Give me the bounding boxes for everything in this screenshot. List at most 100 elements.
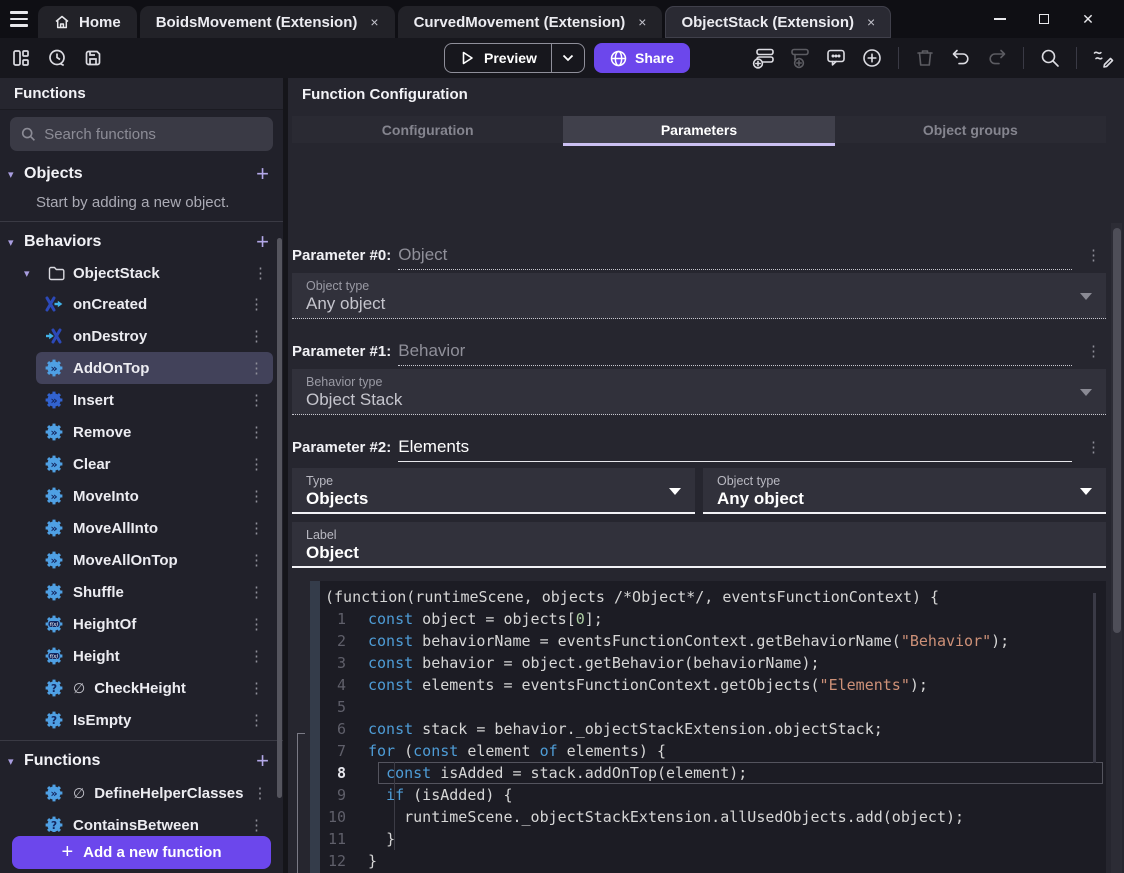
- item-menu-dots-icon[interactable]: ⋮: [249, 455, 265, 473]
- item-menu-dots-icon[interactable]: ⋮: [249, 391, 265, 409]
- preview-options-chevron-icon[interactable]: [552, 54, 584, 62]
- parameter-0-menu-dots-icon[interactable]: ⋮: [1086, 246, 1102, 270]
- code-editor[interactable]: (function(runtimeScene, objects /*Object…: [310, 581, 1106, 873]
- section-header-objects[interactable]: ▾ Objects +: [0, 158, 283, 190]
- sidebar-scrollbar-thumb[interactable]: [277, 238, 282, 798]
- section-chevron-icon[interactable]: ▾: [8, 755, 24, 768]
- section-chevron-icon[interactable]: ▾: [8, 236, 24, 249]
- add-behaviors-plus-icon[interactable]: +: [256, 231, 269, 253]
- editor-scrollbar-thumb[interactable]: [1093, 593, 1096, 763]
- tab-object-groups[interactable]: Object groups: [834, 116, 1106, 143]
- function-item-moveinto[interactable]: » MoveInto ⋮: [36, 480, 273, 512]
- function-item-oncreated[interactable]: onCreated ⋮: [36, 288, 273, 320]
- parameter-1-behavior-type-select[interactable]: Behavior type Object Stack: [292, 369, 1106, 415]
- edit-icon[interactable]: [1088, 43, 1118, 73]
- project-manager-icon[interactable]: [6, 43, 36, 73]
- window-controls: ✕: [978, 0, 1124, 38]
- main-scrollbar-thumb[interactable]: [1112, 228, 1121, 633]
- function-item-ondestroy[interactable]: onDestroy ⋮: [36, 320, 273, 352]
- item-menu-dots-icon[interactable]: ⋮: [249, 359, 265, 377]
- item-menu-dots-icon[interactable]: ⋮: [249, 519, 265, 537]
- share-button[interactable]: Share: [594, 43, 690, 73]
- tab-close-icon[interactable]: ×: [366, 14, 378, 30]
- function-item-containsbetween[interactable]: ? ContainsBetween ⋮: [36, 809, 273, 832]
- add-comment-icon[interactable]: [821, 43, 851, 73]
- item-menu-dots-icon[interactable]: ⋮: [249, 423, 265, 441]
- lifecycle-created-icon: [44, 294, 64, 314]
- parameter-1-menu-dots-icon[interactable]: ⋮: [1086, 342, 1102, 366]
- parameter-2-object-type-select[interactable]: Object type Any object: [703, 468, 1106, 514]
- undo-icon[interactable]: [946, 43, 976, 73]
- section-header-behaviors[interactable]: ▾ Behaviors +: [0, 226, 283, 258]
- window-tab-home[interactable]: Home: [38, 6, 137, 38]
- section-header-functions[interactable]: ▾ Functions +: [0, 745, 283, 777]
- add-objects-plus-icon[interactable]: +: [256, 163, 269, 185]
- add-event-icon[interactable]: [749, 43, 779, 73]
- search-functions-box[interactable]: [10, 117, 273, 151]
- function-item-moveallinto[interactable]: » MoveAllInto ⋮: [36, 512, 273, 544]
- tab-configuration[interactable]: Configuration: [292, 116, 564, 143]
- section-chevron-icon[interactable]: ▾: [8, 168, 24, 181]
- item-menu-dots-icon[interactable]: ⋮: [249, 647, 265, 665]
- item-menu-dots-icon[interactable]: ⋮: [249, 615, 265, 633]
- function-item-height[interactable]: f(x) Height ⋮: [36, 640, 273, 672]
- hamburger-menu-icon[interactable]: [0, 0, 38, 38]
- function-item-shuffle[interactable]: » Shuffle ⋮: [36, 576, 273, 608]
- window-tab-boidsmovement[interactable]: BoidsMovement (Extension) ×: [139, 6, 395, 38]
- tab-close-icon[interactable]: ×: [863, 14, 875, 30]
- parameter-2-name-field[interactable]: Elements: [398, 437, 1072, 462]
- function-item-moveallontop[interactable]: » MoveAllOnTop ⋮: [36, 544, 273, 576]
- item-menu-dots-icon[interactable]: ⋮: [249, 816, 265, 832]
- line-number: 10: [327, 808, 346, 826]
- parameter-2-label-input[interactable]: Label Object: [292, 522, 1106, 568]
- function-item-heightof[interactable]: f(x) HeightOf ⋮: [36, 608, 273, 640]
- tab-close-icon[interactable]: ×: [634, 14, 646, 30]
- function-item-remove[interactable]: » Remove ⋮: [36, 416, 273, 448]
- function-item-isempty[interactable]: ? IsEmpty ⋮: [36, 704, 273, 736]
- function-item-definehelperclasses[interactable]: » ∅ DefineHelperClasses ⋮: [36, 777, 273, 809]
- code-text: const behavior = object.getBehavior(beha…: [368, 654, 820, 672]
- add-new-function-button[interactable]: + Add a new function: [12, 836, 271, 869]
- function-item-checkheight[interactable]: ? ∅ CheckHeight ⋮: [36, 672, 273, 704]
- parameter-0-name-field[interactable]: Object: [398, 245, 1072, 270]
- save-icon[interactable]: [78, 43, 108, 73]
- item-menu-dots-icon[interactable]: ⋮: [249, 551, 265, 569]
- search-icon[interactable]: [1035, 43, 1065, 73]
- minimize-button[interactable]: [978, 0, 1022, 38]
- preview-button[interactable]: Preview: [444, 43, 585, 73]
- parameter-2-menu-dots-icon[interactable]: ⋮: [1086, 438, 1102, 462]
- code-line-3: 3 const behavior = object.getBehavior(beh…: [320, 652, 1106, 674]
- tab-parameters[interactable]: Parameters: [563, 116, 835, 146]
- maximize-button[interactable]: [1022, 0, 1066, 38]
- item-menu-dots-icon[interactable]: ⋮: [249, 327, 265, 345]
- behavior-folder-objectstack[interactable]: ▾ ObjectStack ⋮: [0, 258, 283, 288]
- parameter-2-type-select[interactable]: Type Objects: [292, 468, 695, 514]
- folder-menu-dots-icon[interactable]: ⋮: [253, 264, 269, 282]
- add-functions-plus-icon[interactable]: +: [256, 750, 269, 772]
- item-menu-dots-icon[interactable]: ⋮: [249, 295, 265, 313]
- add-more-icon[interactable]: [857, 43, 887, 73]
- function-item-label: CheckHeight: [94, 679, 186, 697]
- function-item-addontop[interactable]: » AddOnTop ⋮: [36, 352, 273, 384]
- item-menu-dots-icon[interactable]: ⋮: [252, 784, 268, 802]
- action-icon: »: [44, 486, 64, 506]
- action-icon: »: [44, 454, 64, 474]
- function-item-insert[interactable]: » Insert ⋮: [36, 384, 273, 416]
- search-functions-input[interactable]: [44, 125, 263, 143]
- close-button[interactable]: ✕: [1066, 0, 1110, 38]
- main-scrollbar[interactable]: [1111, 223, 1122, 873]
- history-icon[interactable]: [42, 43, 72, 73]
- folder-chevron-icon[interactable]: ▾: [24, 267, 40, 280]
- window-tab-curvedmovement[interactable]: CurvedMovement (Extension) ×: [397, 6, 663, 38]
- svg-text:?: ?: [51, 683, 57, 695]
- item-menu-dots-icon[interactable]: ⋮: [249, 583, 265, 601]
- code-text: const isAdded = stack.addOnTop(element);: [386, 764, 748, 782]
- item-menu-dots-icon[interactable]: ⋮: [249, 679, 265, 697]
- function-item-clear[interactable]: » Clear ⋮: [36, 448, 273, 480]
- item-menu-dots-icon[interactable]: ⋮: [249, 487, 265, 505]
- parameter-1-name-field[interactable]: Behavior: [398, 341, 1072, 366]
- svg-text:»: »: [50, 490, 57, 503]
- window-tab-objectstack[interactable]: ObjectStack (Extension) ×: [665, 6, 892, 38]
- parameter-0-object-type-select[interactable]: Object type Any object: [292, 273, 1106, 319]
- item-menu-dots-icon[interactable]: ⋮: [249, 711, 265, 729]
